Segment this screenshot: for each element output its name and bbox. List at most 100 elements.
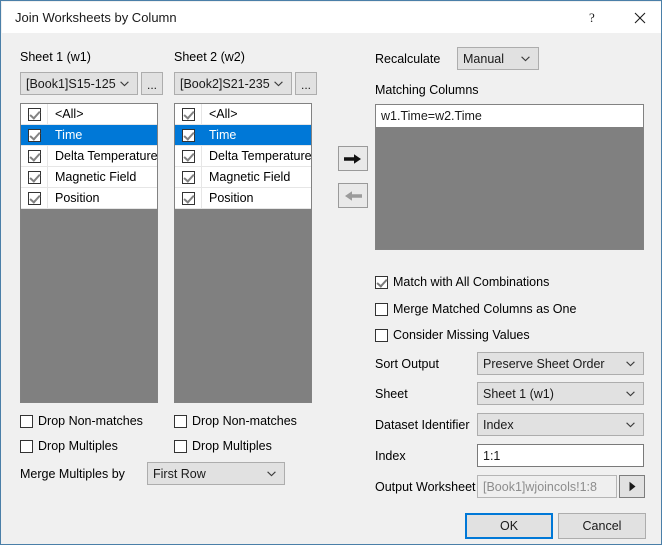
help-button[interactable]: ? — [571, 2, 616, 33]
svg-text:?: ? — [589, 11, 595, 25]
output-worksheet-input[interactable]: [Book1]wjoincols!1:8 — [477, 475, 617, 498]
sheet1-column-checkbox[interactable] — [21, 188, 48, 208]
list-item[interactable]: Time — [175, 125, 311, 146]
recalculate-combo[interactable]: Manual — [457, 47, 539, 70]
list-item[interactable]: <All> — [175, 104, 311, 125]
sheet-select-value: Sheet 1 (w1) — [478, 387, 622, 401]
add-matching-column-button[interactable] — [338, 146, 368, 171]
sheet1-drop-multiples-checkbox[interactable]: Drop Multiples — [20, 439, 118, 453]
sheet1-combo-value: [Book1]S15-125-0 — [21, 77, 116, 91]
ok-button[interactable]: OK — [465, 513, 553, 539]
sheet2-column-checkbox[interactable] — [175, 125, 202, 145]
list-item-label: Position — [48, 191, 99, 205]
merge-matched-columns-label: Merge Matched Columns as One — [393, 302, 576, 316]
sort-output-value: Preserve Sheet Order — [478, 357, 622, 371]
merge-matched-columns-checkbox[interactable]: Merge Matched Columns as One — [375, 302, 576, 316]
checkbox-box — [182, 129, 195, 142]
checkbox-box — [28, 192, 41, 205]
list-item-label: Magnetic Field — [48, 170, 136, 184]
sheet1-column-checkbox[interactable] — [21, 146, 48, 166]
checkbox-box — [375, 303, 388, 316]
checkbox-box — [182, 108, 195, 121]
dataset-identifier-combo[interactable]: Index — [477, 413, 644, 436]
question-mark-icon: ? — [588, 11, 599, 25]
sheet2-label: Sheet 2 (w2) — [174, 50, 245, 64]
sort-output-label: Sort Output — [375, 357, 439, 371]
list-item-label: Time — [202, 128, 236, 142]
list-item[interactable]: Magnetic Field — [21, 167, 157, 188]
sheet1-column-rows: <All> Time Delta Temperature Magnetic Field… — [21, 104, 157, 209]
sheet1-combo[interactable]: [Book1]S15-125-0 — [20, 72, 138, 95]
dataset-identifier-value: Index — [478, 418, 622, 432]
sheet2-browse-button[interactable]: ... — [295, 72, 317, 95]
matching-column-item[interactable]: w1.Time=w2.Time — [376, 105, 643, 127]
sheet-select-label: Sheet — [375, 387, 408, 401]
sheet2-column-checkbox[interactable] — [175, 146, 202, 166]
list-item[interactable]: Delta Temperature — [21, 146, 157, 167]
recalculate-label: Recalculate — [375, 52, 440, 66]
arrow-left-icon — [344, 190, 362, 202]
index-input[interactable]: 1:1 — [477, 444, 644, 467]
sheet2-drop-non-matches-label: Drop Non-matches — [192, 414, 297, 428]
sheet2-column-checkbox[interactable] — [175, 188, 202, 208]
chevron-down-icon — [622, 361, 643, 367]
recalculate-value: Manual — [458, 52, 517, 66]
list-item-label: Magnetic Field — [202, 170, 290, 184]
output-worksheet-label: Output Worksheet — [375, 480, 476, 494]
index-label: Index — [375, 449, 406, 463]
sheet1-column-list[interactable]: <All> Time Delta Temperature Magnetic Field… — [20, 103, 158, 403]
sheet2-column-rows: <All> Time Delta Temperature Magnetic Field… — [175, 104, 311, 209]
remove-matching-column-button[interactable] — [338, 183, 368, 208]
checkbox-box — [182, 192, 195, 205]
sheet2-drop-multiples-label: Drop Multiples — [192, 439, 272, 453]
matching-columns-label: Matching Columns — [375, 83, 479, 97]
merge-multiples-value: First Row — [148, 467, 263, 481]
sheet1-browse-button[interactable]: ... — [141, 72, 163, 95]
sheet2-drop-multiples-checkbox[interactable]: Drop Multiples — [174, 439, 272, 453]
list-item[interactable]: Position — [175, 188, 311, 209]
checkbox-box — [28, 129, 41, 142]
sheet1-column-checkbox[interactable] — [21, 104, 48, 124]
output-worksheet-browse-button[interactable] — [619, 475, 645, 498]
sort-output-combo[interactable]: Preserve Sheet Order — [477, 352, 644, 375]
sheet1-drop-multiples-label: Drop Multiples — [38, 439, 118, 453]
chevron-down-icon — [116, 81, 137, 87]
checkbox-box — [174, 415, 187, 428]
list-item-label: Time — [48, 128, 82, 142]
sheet2-column-checkbox[interactable] — [175, 167, 202, 187]
consider-missing-values-checkbox[interactable]: Consider Missing Values — [375, 328, 530, 342]
checkbox-box — [375, 329, 388, 342]
close-icon — [634, 12, 646, 24]
join-worksheets-dialog: Join Worksheets by Column ? Sheet 1 (w1)… — [0, 0, 662, 545]
match-all-combinations-checkbox[interactable]: Match with All Combinations — [375, 275, 549, 289]
close-button[interactable] — [617, 2, 662, 33]
chevron-down-icon — [517, 56, 538, 62]
list-item[interactable]: <All> — [21, 104, 157, 125]
sheet1-column-checkbox[interactable] — [21, 125, 48, 145]
sheet2-combo[interactable]: [Book2]S21-235-0 — [174, 72, 292, 95]
sheet1-drop-non-matches-checkbox[interactable]: Drop Non-matches — [20, 414, 143, 428]
list-item[interactable]: Position — [21, 188, 157, 209]
window-title: Join Worksheets by Column — [15, 10, 177, 25]
checkbox-box — [28, 171, 41, 184]
matching-columns-list[interactable]: w1.Time=w2.Time — [375, 104, 644, 250]
checkbox-box — [174, 440, 187, 453]
triangle-right-icon — [628, 481, 637, 492]
list-item-label: Position — [202, 191, 253, 205]
sheet2-drop-non-matches-checkbox[interactable]: Drop Non-matches — [174, 414, 297, 428]
list-item[interactable]: Time — [21, 125, 157, 146]
list-item-label: <All> — [202, 107, 238, 121]
sheet-select-combo[interactable]: Sheet 1 (w1) — [477, 382, 644, 405]
list-item[interactable]: Delta Temperature — [175, 146, 311, 167]
chevron-down-icon — [622, 391, 643, 397]
sheet1-column-checkbox[interactable] — [21, 167, 48, 187]
sheet2-column-list[interactable]: <All> Time Delta Temperature Magnetic Field… — [174, 103, 312, 403]
list-item-label: Delta Temperature — [202, 149, 311, 163]
list-item[interactable]: Magnetic Field — [175, 167, 311, 188]
sheet2-combo-value: [Book2]S21-235-0 — [175, 77, 270, 91]
merge-multiples-combo[interactable]: First Row — [147, 462, 285, 485]
cancel-button[interactable]: Cancel — [558, 513, 646, 539]
checkbox-box — [182, 171, 195, 184]
sheet2-column-checkbox[interactable] — [175, 104, 202, 124]
matching-columns-rows: w1.Time=w2.Time — [376, 105, 643, 127]
